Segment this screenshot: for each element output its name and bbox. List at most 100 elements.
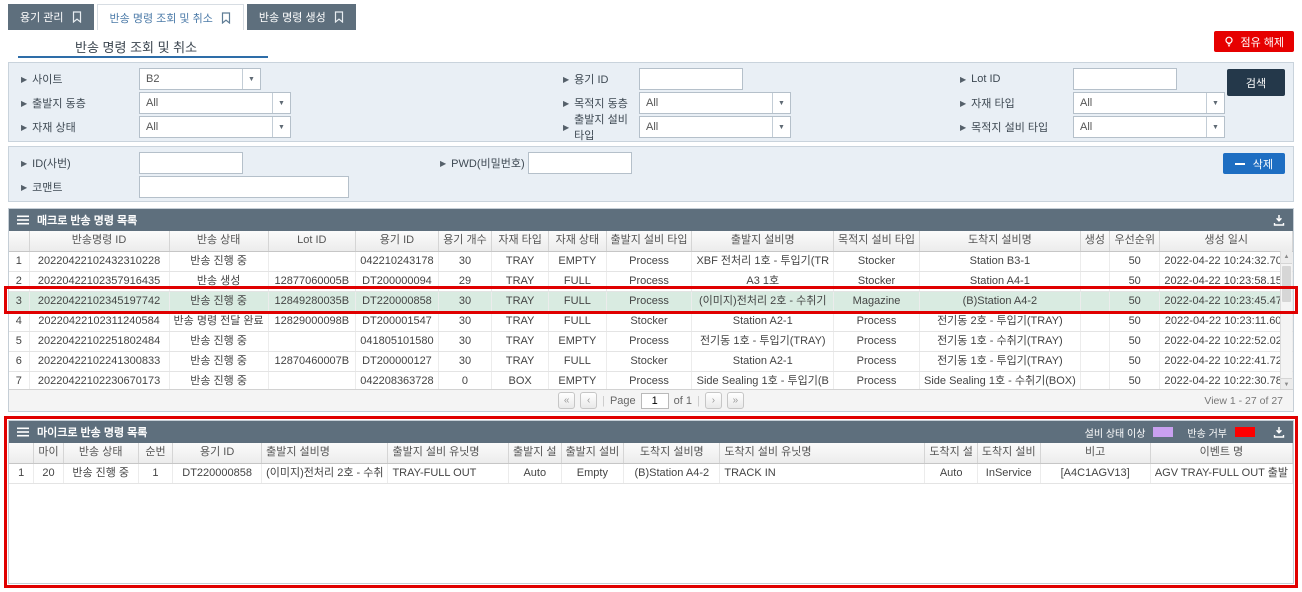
table-row[interactable]: 420220422102311240584반송 명령 전달 완료12829000…	[9, 311, 1293, 331]
column-header[interactable]: 도착지 설비	[977, 443, 1040, 463]
table-cell: 12849280035B	[268, 291, 355, 311]
table-cell: TRAY	[491, 251, 548, 271]
label-arrow-icon: ▶	[563, 75, 569, 84]
employee-id-input[interactable]	[139, 152, 243, 174]
download-icon[interactable]	[1273, 214, 1285, 226]
bookmark-icon[interactable]	[221, 12, 231, 24]
scrollbar-thumb[interactable]	[1282, 266, 1291, 302]
lot-id-input[interactable]	[1073, 68, 1177, 90]
tab-transport-order-create[interactable]: 반송 명령 생성	[247, 4, 356, 30]
column-header[interactable]: 출발지 설비 타입	[606, 231, 692, 251]
last-page-button[interactable]: »	[727, 392, 744, 409]
table-row[interactable]: 120반송 진행 중1DT220000858(이미지)전처리 2호 - 수취TR…	[9, 463, 1293, 483]
column-header[interactable]: 용기 개수	[438, 231, 491, 251]
table-row[interactable]: 320220422102345197742반송 진행 중12849280035B…	[9, 291, 1293, 311]
column-header[interactable]: 이벤트 명	[1150, 443, 1292, 463]
column-header[interactable]: 출발지 설	[509, 443, 562, 463]
table-cell: 2022-04-22 10:24:32.700	[1160, 251, 1293, 271]
delete-button[interactable]: 삭제	[1223, 153, 1285, 174]
vertical-scrollbar[interactable]: ▲ ▼	[1280, 251, 1292, 391]
column-header[interactable]: 자재 타입	[491, 231, 548, 251]
scroll-up-button[interactable]: ▲	[1281, 251, 1292, 264]
column-header[interactable]: 우선순위	[1110, 231, 1160, 251]
source-equip-type-dropdown[interactable]: All▼	[639, 116, 791, 138]
column-header[interactable]: 용기 ID	[355, 231, 438, 251]
table-cell: Stocker	[834, 251, 920, 271]
column-header[interactable]: 반송 상태	[63, 443, 138, 463]
column-header[interactable]	[9, 231, 29, 251]
next-page-button[interactable]: ›	[705, 392, 722, 409]
table-cell: Side Sealing 1호 - 투입기(B	[692, 371, 834, 391]
material-state-label: 자재 상태	[32, 119, 76, 135]
table-cell: 반송 진행 중	[169, 331, 268, 351]
table-row[interactable]: 120220422102432310228반송 진행 중042210243178…	[9, 251, 1293, 271]
download-icon[interactable]	[1273, 426, 1285, 438]
column-header[interactable]: 용기 ID	[173, 443, 262, 463]
table-cell: 50	[1110, 311, 1160, 331]
title-underline	[18, 56, 268, 58]
macro-grid-titlebar: 매크로 반송 명령 목록	[9, 209, 1293, 231]
table-cell: 5	[9, 331, 29, 351]
minus-icon	[1235, 163, 1245, 165]
micro-table: 마이반송 상태순번용기 ID출발지 설비명출발지 설비 유닛명출발지 설출발지 …	[9, 443, 1293, 484]
column-header[interactable]: 생성 일시	[1160, 231, 1293, 251]
label-arrow-icon: ▶	[21, 183, 27, 192]
column-header[interactable]	[9, 443, 34, 463]
page-number-input[interactable]	[641, 393, 669, 409]
column-header[interactable]: 출발지 설비	[561, 443, 624, 463]
prev-page-button[interactable]: ‹	[580, 392, 597, 409]
column-header[interactable]: 도착지 설	[925, 443, 978, 463]
material-state-dropdown[interactable]: All▼	[139, 116, 291, 138]
header-row: 마이반송 상태순번용기 ID출발지 설비명출발지 설비 유닛명출발지 설출발지 …	[9, 443, 1293, 463]
bookmark-icon[interactable]	[334, 11, 344, 23]
site-dropdown[interactable]: B2▼	[139, 68, 261, 90]
table-cell: Empty	[561, 463, 624, 483]
table-cell: 전기동 1호 - 투입기(TRAY)	[920, 351, 1081, 371]
column-header[interactable]: 도착지 설비명	[624, 443, 720, 463]
table-cell: Stocker	[606, 351, 692, 371]
column-header[interactable]: 출발지 설비 유닛명	[388, 443, 509, 463]
table-cell: 30	[438, 251, 491, 271]
column-header[interactable]: 도착지 설비 유닛명	[720, 443, 925, 463]
table-row[interactable]: 620220422102241300833반송 진행 중12870460007B…	[9, 351, 1293, 371]
column-header[interactable]: 목적지 설비 타입	[834, 231, 920, 251]
comment-input[interactable]	[139, 176, 349, 198]
release-occupancy-button[interactable]: 점유 해제	[1214, 31, 1294, 52]
table-cell: Process	[834, 351, 920, 371]
column-header[interactable]: 출발지 설비명	[262, 443, 388, 463]
column-header[interactable]: 출발지 설비명	[692, 231, 834, 251]
column-header[interactable]: Lot ID	[268, 231, 355, 251]
table-cell: TRAY	[491, 351, 548, 371]
column-header[interactable]: 마이	[34, 443, 63, 463]
container-id-input[interactable]	[639, 68, 743, 90]
column-header[interactable]: 도착지 설비명	[920, 231, 1081, 251]
dest-floor-dropdown[interactable]: All▼	[639, 92, 791, 114]
column-header[interactable]: 생성	[1080, 231, 1109, 251]
source-floor-dropdown[interactable]: All▼	[139, 92, 291, 114]
tab-transport-order-inquiry-cancel[interactable]: 반송 명령 조회 및 취소	[97, 4, 244, 30]
table-cell: 2022-04-22 10:22:41.723	[1160, 351, 1293, 371]
column-header[interactable]: 순번	[138, 443, 172, 463]
column-header[interactable]: 반송명령 ID	[29, 231, 169, 251]
tab-container-management[interactable]: 용기 관리	[8, 4, 94, 30]
bookmark-icon[interactable]	[72, 11, 82, 23]
material-type-dropdown[interactable]: All▼	[1073, 92, 1225, 114]
table-cell: Process	[834, 311, 920, 331]
first-page-button[interactable]: «	[558, 392, 575, 409]
table-row[interactable]: 520220422102251802484반송 진행 중041805101580…	[9, 331, 1293, 351]
dest-equip-type-dropdown[interactable]: All▼	[1073, 116, 1225, 138]
table-cell: AGV TRAY-FULL OUT 출발	[1150, 463, 1292, 483]
column-header[interactable]: 자재 상태	[549, 231, 606, 251]
table-cell	[1080, 371, 1109, 391]
search-button[interactable]: 검색	[1227, 69, 1285, 96]
table-cell: Auto	[509, 463, 562, 483]
table-cell	[268, 251, 355, 271]
table-cell: Process	[606, 271, 692, 291]
table-row[interactable]: 720220422102230670173반송 진행 중042208363728…	[9, 371, 1293, 391]
macro-grid-title: 매크로 반송 명령 목록	[37, 212, 137, 228]
password-input[interactable]	[528, 152, 632, 174]
column-header[interactable]: 비고	[1040, 443, 1150, 463]
table-row[interactable]: 220220422102357916435반송 생성12877060005BDT…	[9, 271, 1293, 291]
table-cell: 20220422102241300833	[29, 351, 169, 371]
column-header[interactable]: 반송 상태	[169, 231, 268, 251]
